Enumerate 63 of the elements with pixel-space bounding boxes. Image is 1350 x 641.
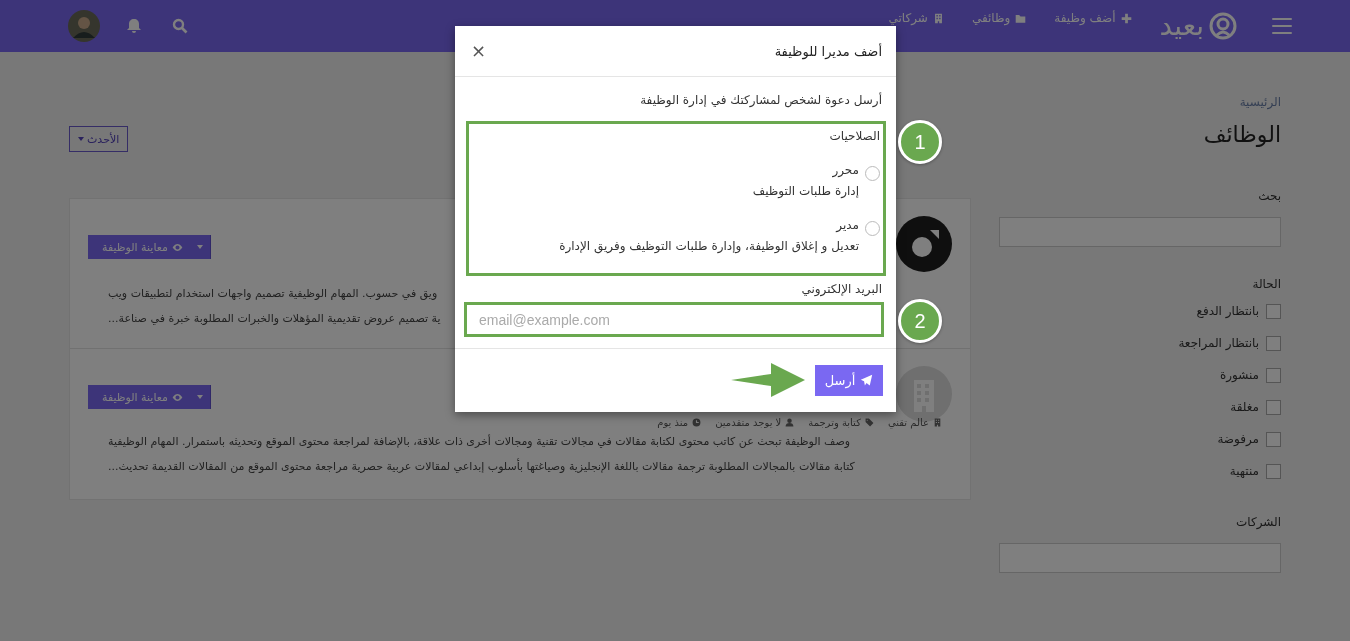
permissions-label: الصلاحيات — [828, 129, 880, 143]
checkbox[interactable] — [1266, 463, 1281, 479]
checkbox-label: بانتظار الدفع — [1196, 304, 1259, 318]
checkbox[interactable] — [1266, 303, 1281, 319]
meta-text: منذ يوم — [657, 417, 689, 428]
job-description: وصف الوظيفة تبحث عن كاتب محتوى لكتابة مقالات في مجالات تقنية ومجالات أخرى ذات علاقة، بالإضافة لمراجعة محتوى الموقع وتحديثه باستمرار. المهام الوظيفية — [108, 433, 851, 450]
breadcrumb-link[interactable]: الرئيسية — [1239, 95, 1281, 109]
step-badge: 1 — [898, 120, 942, 164]
avatar[interactable] — [68, 10, 100, 42]
modal-description: أرسل دعوة لشخص لمشاركتك في إدارة الوظيفة — [639, 91, 882, 109]
close-button[interactable]: × — [469, 41, 489, 61]
brand-name: بعيد — [1159, 10, 1204, 42]
brand-logo[interactable]: بعيد — [1159, 10, 1238, 42]
logo-icon — [1208, 11, 1238, 41]
clock-icon — [692, 418, 702, 427]
job-description: كتابة مقالات بالمجالات المطلوبة ترجمة مقالات باللغة الإنجليزية وصياغتها بأسلوب إبداعي لمقالات عربية حصرية مراجعة محتوى الموقع من المقالات القديمة تحديث... — [108, 457, 855, 475]
paper-plane-icon — [860, 373, 874, 387]
filter-label: بحث — [1258, 189, 1281, 203]
sort-dropdown[interactable]: الأحدث — [69, 126, 129, 152]
page-title: الوظائف — [1203, 121, 1281, 149]
checkbox[interactable] — [1266, 399, 1281, 415]
search-field[interactable] — [999, 217, 1281, 247]
menu-icon[interactable] — [1272, 18, 1292, 34]
caret-icon — [78, 137, 84, 141]
checkbox-label: مغلقة — [1230, 400, 1259, 414]
checkbox[interactable] — [1266, 367, 1281, 383]
job-description: ية تصميم عروض تقديمية المؤهلات والخبرات المطلوبة خبرة في صناعة... — [108, 311, 441, 327]
dropdown-toggle[interactable] — [190, 385, 211, 409]
role-name: مدير — [834, 217, 859, 234]
checkbox[interactable] — [1266, 431, 1281, 447]
eye-icon — [171, 242, 183, 252]
job-description: ويق في حسوب. المهام الوظيفية تصميم واجهات استخدام لتطبيقات ويب — [108, 286, 438, 302]
email-label: البريد الإلكتروني — [800, 282, 882, 296]
building-icon — [933, 418, 942, 427]
eye-icon — [171, 392, 183, 402]
nav-link[interactable]: وظائفي — [971, 11, 1027, 25]
filter-label: الحالة — [1252, 277, 1281, 291]
plus-icon — [1120, 12, 1132, 24]
send-button[interactable]: أرسل — [815, 364, 883, 396]
meta-text: لا يوجد متقدمين — [715, 417, 782, 428]
checkbox-label: بانتظار المراجعة — [1178, 336, 1259, 350]
building-icon — [932, 12, 944, 24]
email-field[interactable]: email@example.com — [464, 302, 884, 337]
preview-button[interactable]: معاينة الوظيفة — [88, 235, 191, 259]
user-icon — [785, 418, 795, 427]
role-name: محرر — [831, 162, 859, 179]
role-description: إدارة طلبات التوظيف — [752, 183, 859, 200]
meta-text: عالم تقني — [887, 417, 929, 428]
tags-icon — [864, 418, 874, 427]
nav-link[interactable]: أضف وظيفة — [1054, 11, 1132, 25]
companies-field[interactable] — [999, 543, 1281, 573]
checkbox-label: منتهية — [1229, 464, 1259, 478]
modal-title: أضف مديرا للوظيفة — [774, 43, 882, 59]
dropdown-toggle[interactable] — [190, 235, 211, 259]
checkbox[interactable] — [1266, 335, 1281, 351]
checkbox-label: منشورة — [1219, 368, 1259, 382]
role-description: تعديل و إغلاق الوظيفة، وإدارة طلبات التوظيف وفريق الإدارة — [559, 238, 859, 256]
filter-label: الشركات — [1236, 515, 1281, 529]
folder-icon — [1015, 12, 1027, 24]
nav-link[interactable]: شركاتي — [888, 11, 944, 25]
preview-button[interactable]: معاينة الوظيفة — [88, 385, 191, 409]
meta-text: كتابة وترجمة — [808, 417, 861, 428]
checkbox-label: مرفوضة — [1217, 432, 1259, 446]
